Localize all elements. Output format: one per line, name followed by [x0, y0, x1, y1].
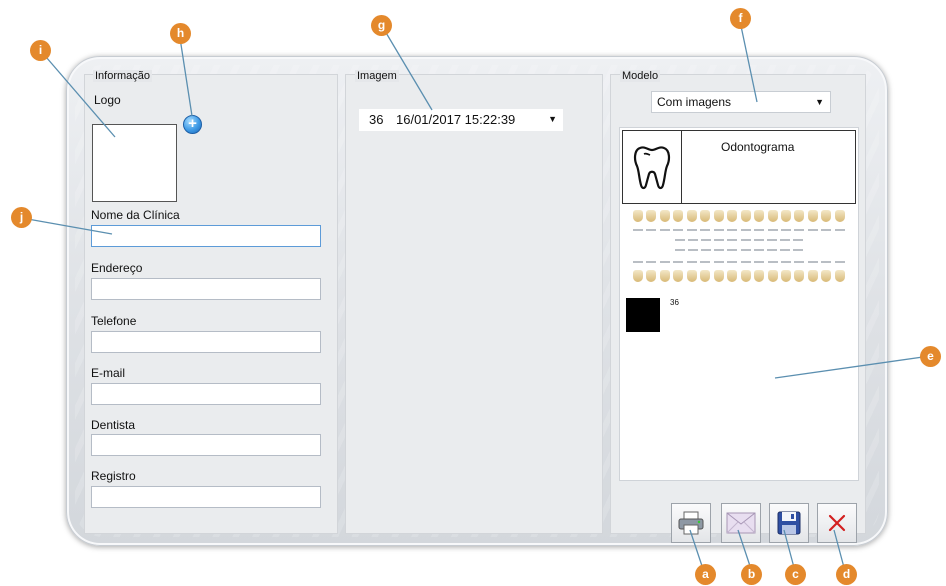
clinic-name-label: Nome da Clínica [91, 208, 180, 222]
save-icon [777, 511, 801, 535]
info-panel: Informação Logo + Nome da Clínica Endere… [84, 70, 338, 534]
email-label: E-mail [91, 366, 126, 380]
callout-d: d [836, 564, 857, 585]
callout-i: i [30, 40, 51, 61]
logo-label: Logo [94, 93, 121, 107]
tooth-icon [623, 131, 682, 203]
email-field[interactable] [91, 383, 321, 405]
registry-field[interactable] [91, 486, 321, 508]
callout-f: f [730, 8, 751, 29]
callout-g: g [371, 15, 392, 36]
image-select[interactable]: 36 16/01/2017 15:22:39 ▼ [359, 109, 563, 131]
model-select-value: Com imagens [657, 95, 732, 109]
address-label: Endereço [91, 261, 143, 275]
lower-number-row-2 [675, 246, 803, 251]
image-thumbnail [626, 298, 660, 332]
image-panel-title: Imagem [355, 70, 399, 82]
dentist-field[interactable] [91, 434, 321, 456]
callout-c: c [785, 564, 806, 585]
callout-j: j [11, 207, 32, 228]
image-date: 16/01/2017 15:22:39 [396, 112, 516, 127]
callout-h: h [170, 23, 191, 44]
phone-label: Telefone [91, 314, 137, 328]
model-panel: Modelo Com imagens ▼ Odontograma 36 [610, 70, 866, 543]
chevron-down-icon: ▼ [548, 114, 557, 124]
email-icon [726, 512, 756, 534]
email-button[interactable] [721, 503, 761, 543]
address-field[interactable] [91, 278, 321, 300]
image-panel: Imagem 36 16/01/2017 15:22:39 ▼ [345, 70, 603, 534]
preview-title: Odontograma [721, 140, 795, 154]
lower-number-row [633, 258, 845, 263]
info-panel-title: Informação [93, 70, 153, 82]
registry-label: Registro [91, 469, 136, 483]
close-button[interactable] [817, 503, 857, 543]
callout-a: a [695, 564, 716, 585]
model-panel-title: Modelo [620, 70, 661, 82]
image-number: 36 [369, 112, 384, 127]
image-thumbnail-label: 36 [670, 298, 679, 307]
save-button[interactable] [769, 503, 809, 543]
lower-teeth-row [633, 270, 845, 282]
model-select[interactable]: Com imagens ▼ [651, 91, 831, 113]
upper-number-row [633, 226, 845, 231]
print-icon [678, 511, 704, 535]
phone-field[interactable] [91, 331, 321, 353]
callout-b: b [741, 564, 762, 585]
dentist-label: Dentista [91, 418, 136, 432]
chevron-down-icon: ▼ [815, 97, 824, 107]
report-preview: Odontograma 36 [619, 127, 859, 481]
upper-teeth-row [633, 210, 845, 222]
preview-header: Odontograma [622, 130, 856, 204]
logo-box[interactable] [92, 124, 177, 202]
plus-circle-icon[interactable]: + [183, 115, 202, 134]
clinic-name-field[interactable] [91, 225, 321, 247]
close-icon [828, 514, 846, 532]
callout-e: e [920, 346, 941, 367]
upper-number-row-2 [675, 236, 803, 241]
print-button[interactable] [671, 503, 711, 543]
